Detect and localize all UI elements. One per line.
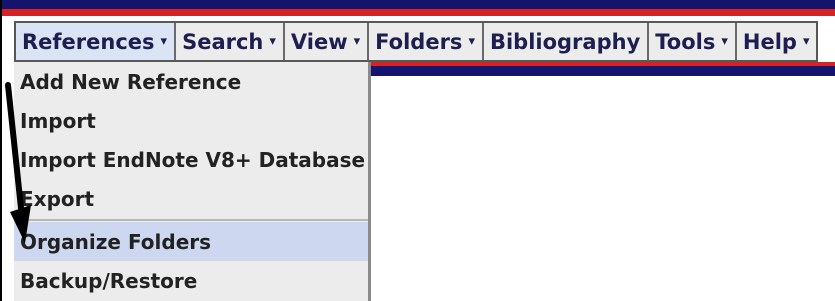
menu-separator bbox=[14, 219, 368, 221]
menu-bar: References ▾ Search ▾ View ▾ Folders ▾ B… bbox=[14, 21, 819, 62]
menu-folders-label: Folders bbox=[375, 29, 463, 54]
menu-bibliography-label: Bibliography bbox=[489, 29, 641, 54]
chevron-down-icon: ▾ bbox=[721, 34, 728, 49]
chevron-down-icon: ▾ bbox=[269, 34, 276, 49]
menu-search-label: Search bbox=[182, 29, 264, 54]
references-dropdown-menu: Add New Reference Import Import EndNote … bbox=[14, 62, 371, 301]
menu-view[interactable]: View ▾ bbox=[284, 23, 370, 60]
menu-bibliography[interactable]: Bibliography bbox=[483, 23, 650, 60]
chevron-down-icon: ▾ bbox=[802, 34, 810, 49]
header-stripe-red bbox=[2, 9, 835, 16]
menu-search[interactable]: Search ▾ bbox=[176, 23, 285, 60]
menu-references-label: References bbox=[22, 29, 155, 54]
menu-item-backup-restore[interactable]: Backup/Restore bbox=[14, 261, 368, 300]
chevron-down-icon: ▾ bbox=[468, 34, 475, 49]
menu-view-label: View bbox=[290, 29, 348, 54]
menu-help[interactable]: Help ▾ bbox=[736, 23, 817, 60]
menu-folders[interactable]: Folders ▾ bbox=[369, 23, 484, 60]
app-window: References ▾ Search ▾ View ▾ Folders ▾ B… bbox=[0, 0, 835, 301]
header-stripe-navy bbox=[2, 0, 835, 9]
menu-tools-label: Tools bbox=[655, 29, 716, 54]
chevron-down-icon: ▾ bbox=[160, 34, 168, 49]
menu-references[interactable]: References ▾ bbox=[16, 23, 177, 60]
menu-item-export[interactable]: Export bbox=[14, 179, 368, 218]
menu-help-label: Help bbox=[742, 29, 797, 54]
menu-tools[interactable]: Tools ▾ bbox=[649, 23, 737, 60]
chevron-down-icon: ▾ bbox=[353, 34, 361, 49]
menu-item-add-new-reference[interactable]: Add New Reference bbox=[14, 62, 368, 101]
menu-item-import-endnote-database[interactable]: Import EndNote V8+ Database bbox=[14, 140, 368, 179]
content-stripe-navy bbox=[370, 66, 835, 76]
menu-item-import[interactable]: Import bbox=[14, 101, 368, 140]
menu-item-organize-folders[interactable]: Organize Folders bbox=[14, 222, 368, 261]
